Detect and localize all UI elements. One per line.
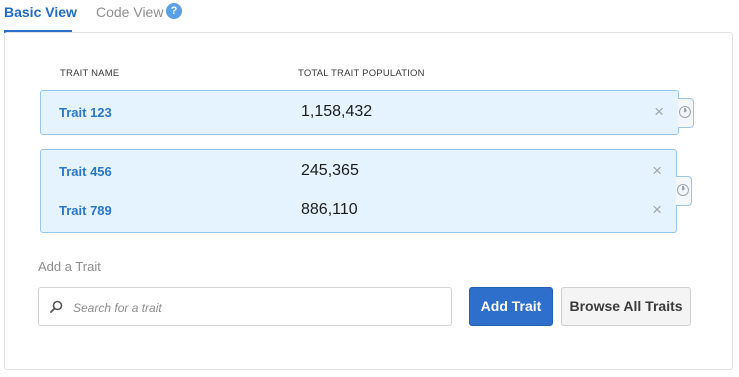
trait-search-box <box>38 287 452 327</box>
clock-icon <box>679 106 691 118</box>
column-header-trait-name: TRAIT NAME <box>60 68 120 79</box>
search-icon <box>50 300 63 313</box>
trait-name-link[interactable]: Trait 789 <box>59 203 112 218</box>
tab-code-view-label: Code View <box>96 4 164 20</box>
trait-population: 886,110 <box>301 201 358 218</box>
trait-population: 1,158,432 <box>301 103 373 120</box>
recency-tab-group-2[interactable] <box>676 176 692 206</box>
trait-name-link[interactable]: Trait 456 <box>59 164 112 179</box>
close-icon[interactable]: × <box>654 103 664 121</box>
trait-row: Trait 789 886,110 × <box>41 196 676 226</box>
search-input[interactable] <box>71 288 445 327</box>
close-icon[interactable]: × <box>652 201 662 219</box>
recency-tab-group-1[interactable] <box>678 98 694 128</box>
trait-row: Trait 123 1,158,432 × <box>41 98 678 128</box>
add-trait-button[interactable]: Add Trait <box>469 287 553 326</box>
add-trait-label: Add a Trait <box>38 259 101 274</box>
trait-row: Trait 456 245,365 × <box>41 157 676 187</box>
tab-code-view[interactable]: Code View <box>96 0 163 32</box>
column-header-total-population: TOTAL TRAIT POPULATION <box>298 68 425 79</box>
clock-icon <box>677 184 689 196</box>
browse-all-traits-button[interactable]: Browse All Traits <box>561 287 691 326</box>
trait-population: 245,365 <box>301 162 359 179</box>
trait-group-2: Trait 456 245,365 × Trait 789 886,110 × <box>40 149 677 233</box>
tab-basic-view[interactable]: Basic View <box>4 0 77 33</box>
tab-basic-view-label: Basic View <box>4 4 77 20</box>
trait-group-1: Trait 123 1,158,432 × <box>40 90 679 135</box>
trait-name-link[interactable]: Trait 123 <box>59 105 112 120</box>
help-icon[interactable]: ? <box>166 3 182 19</box>
close-icon[interactable]: × <box>652 162 662 180</box>
